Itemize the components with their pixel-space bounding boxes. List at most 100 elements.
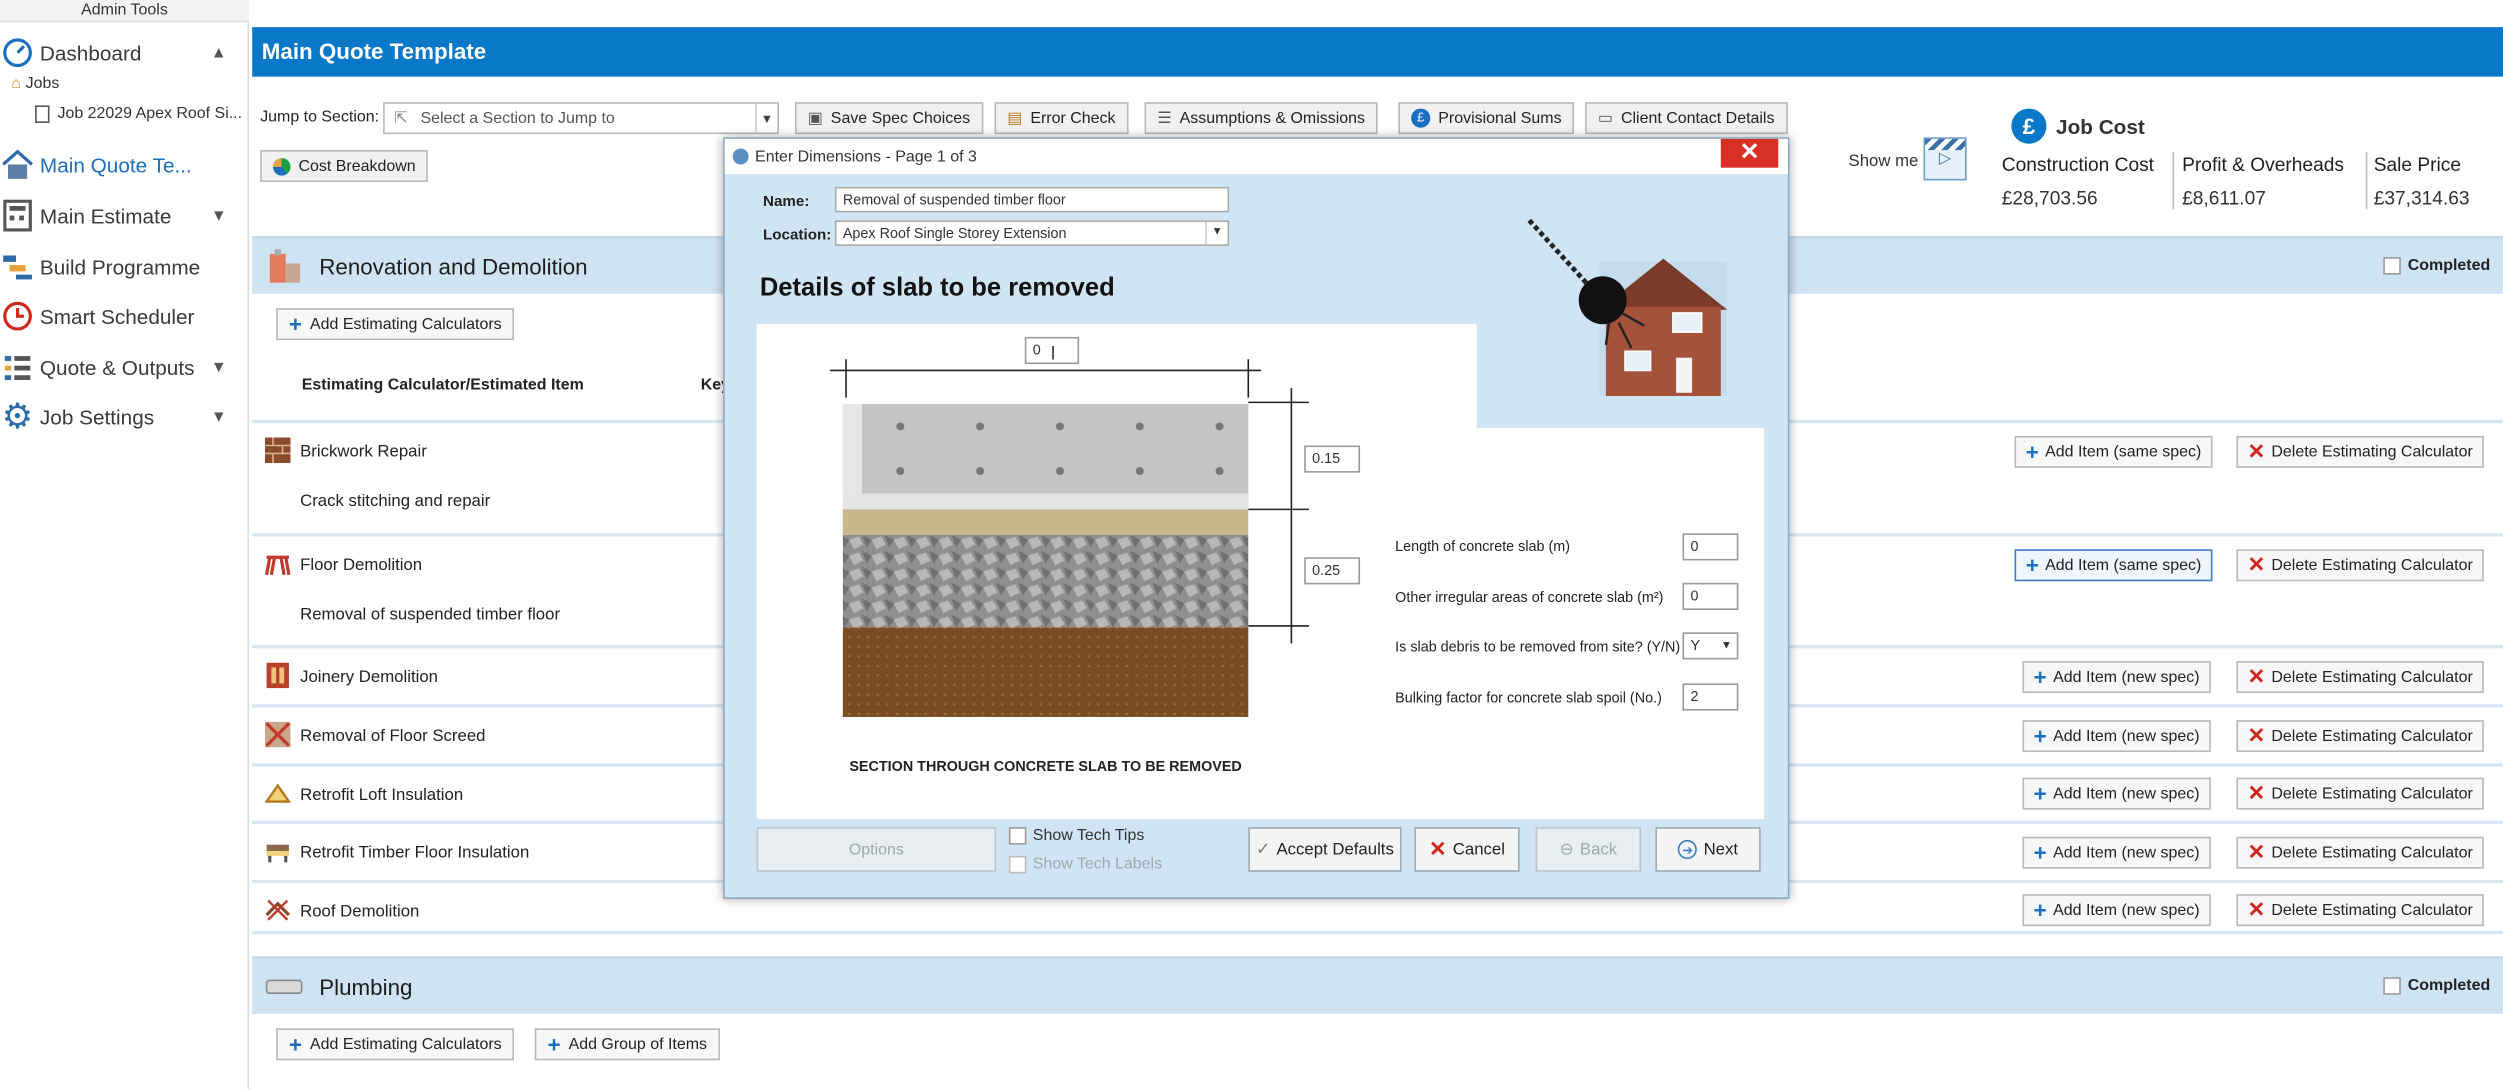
sidebar-item-label: Build Programme bbox=[39, 254, 201, 279]
add-item-new-spec-button[interactable]: + Add Item (new spec) bbox=[2022, 661, 2211, 693]
completed-checkbox[interactable]: Completed bbox=[2383, 257, 2490, 275]
next-button[interactable]: ➔ Next bbox=[1655, 827, 1761, 872]
divider bbox=[2365, 151, 2368, 210]
chevron-down-icon[interactable]: ▼ bbox=[211, 207, 227, 225]
dialog-titlebar[interactable]: Enter Dimensions - Page 1 of 3 ✕ bbox=[724, 138, 1788, 175]
add-item-new-spec-button[interactable]: + Add Item (new spec) bbox=[2022, 720, 2211, 753]
add-label: Add Item (new spec) bbox=[2053, 843, 2200, 862]
admin-tools-bar[interactable]: Admin Tools bbox=[0, 0, 250, 23]
sale-price-value: £37,314.63 bbox=[2373, 186, 2470, 210]
delete-estimating-calculator-button[interactable]: ✕ Delete Estimating Calculator bbox=[2236, 720, 2484, 753]
name-field[interactable]: Removal of suspended timber floor bbox=[834, 186, 1230, 213]
table-row-sub[interactable]: Removal of suspended timber floor bbox=[300, 605, 560, 624]
sidebar-jobs[interactable]: ⌂ Jobs bbox=[11, 75, 59, 93]
sidebar-job[interactable]: Job 22029 Apex Roof Si... bbox=[35, 105, 242, 123]
irregular-areas-label: Other irregular areas of concrete slab (… bbox=[1395, 589, 1664, 606]
table-row-sub[interactable]: Crack stitching and repair bbox=[300, 492, 490, 511]
sidebar-item-main-quote[interactable]: Main Quote Te... bbox=[0, 144, 243, 186]
checkbox[interactable] bbox=[1008, 855, 1027, 874]
show-tech-tips-checkbox[interactable]: Show Tech Tips bbox=[1008, 827, 1144, 845]
slab-thickness-input[interactable]: 0.15 bbox=[1304, 445, 1361, 473]
next-label: Next bbox=[1703, 839, 1739, 860]
dialog-heading: Details of slab to be removed bbox=[759, 274, 1115, 302]
length-input[interactable]: 0 bbox=[1682, 533, 1739, 561]
chevron-down-icon[interactable]: ▼ bbox=[211, 358, 227, 376]
add-item-same-spec-button[interactable]: + Add Item (same spec) bbox=[2014, 549, 2213, 582]
delete-estimating-calculator-button[interactable]: ✕ Delete Estimating Calculator bbox=[2236, 661, 2484, 693]
floor-insulation-icon bbox=[265, 838, 291, 864]
back-button[interactable]: ⊖ Back bbox=[1535, 827, 1641, 872]
close-button[interactable]: ✕ bbox=[1720, 138, 1779, 168]
sidebar-item-dashboard[interactable]: Dashboard ▲ bbox=[0, 32, 243, 74]
delete-estimating-calculator-button[interactable]: ✕ Delete Estimating Calculator bbox=[2236, 836, 2484, 869]
sidebar-item-quote-outputs[interactable]: Quote & Outputs ▼ bbox=[0, 346, 243, 388]
add-group-of-items-button[interactable]: + Add Group of Items bbox=[534, 1028, 720, 1061]
hardcore-thickness-input[interactable]: 0.25 bbox=[1304, 557, 1361, 585]
close-icon: ✕ bbox=[1429, 836, 1447, 861]
debris-removed-select[interactable]: Y ▼ bbox=[1682, 632, 1739, 660]
back-arrow-icon: ⊖ bbox=[1559, 839, 1574, 860]
error-check-button[interactable]: ▤ Error Check bbox=[994, 102, 1129, 135]
show-tech-labels-checkbox[interactable]: Show Tech Labels bbox=[1008, 855, 1162, 874]
table-row[interactable]: Brickwork Repair bbox=[300, 442, 427, 461]
delete-estimating-calculator-button[interactable]: ✕ Delete Estimating Calculator bbox=[2236, 777, 2484, 810]
row-divider bbox=[252, 930, 2503, 935]
sale-price-label: Sale Price bbox=[2373, 153, 2462, 176]
sidebar-item-main-estimate[interactable]: Main Estimate ▼ bbox=[0, 195, 243, 237]
sidebar-job-label: Job 22029 Apex Roof Si... bbox=[57, 105, 243, 123]
add-item-new-spec-button[interactable]: + Add Item (new spec) bbox=[2022, 777, 2211, 810]
plus-icon: + bbox=[2033, 664, 2047, 690]
house-calculator-icon bbox=[0, 147, 35, 182]
add-estimating-calculators-button[interactable]: + Add Estimating Calculators bbox=[276, 308, 515, 341]
video-clapper-icon[interactable]: ▷ bbox=[1923, 137, 1967, 181]
chevron-down-icon[interactable]: ▼ bbox=[755, 103, 777, 133]
admin-tools-label: Admin Tools bbox=[81, 1, 168, 20]
close-icon: ✕ bbox=[2247, 723, 2265, 748]
options-button[interactable]: Options bbox=[756, 827, 997, 872]
location-select[interactable]: Apex Roof Single Storey Extension ▼ bbox=[834, 220, 1230, 246]
debris-value: Y bbox=[1690, 637, 1701, 654]
delete-estimating-calculator-button[interactable]: ✕ Delete Estimating Calculator bbox=[2236, 894, 2484, 927]
accept-defaults-button[interactable]: ✓ Accept Defaults bbox=[1248, 827, 1402, 872]
add-item-same-spec-button[interactable]: + Add Item (same spec) bbox=[2014, 435, 2213, 468]
section-header-plumbing[interactable]: Plumbing Completed bbox=[252, 956, 2503, 1014]
chevron-down-icon[interactable]: ▼ bbox=[1721, 634, 1732, 658]
completed-checkbox[interactable]: Completed bbox=[2383, 977, 2490, 995]
client-contact-button[interactable]: ▭ Client Contact Details bbox=[1585, 102, 1788, 135]
add-item-new-spec-button[interactable]: + Add Item (new spec) bbox=[2022, 836, 2211, 869]
demolition-icon bbox=[265, 247, 303, 285]
delete-estimating-calculator-button[interactable]: ✕ Delete Estimating Calculator bbox=[2236, 435, 2484, 468]
table-row[interactable]: Joinery Demolition bbox=[300, 667, 438, 686]
bulking-factor-input[interactable]: 2 bbox=[1682, 683, 1739, 711]
table-row[interactable]: Retrofit Timber Floor Insulation bbox=[300, 843, 529, 862]
sidebar-item-build-programme[interactable]: Build Programme bbox=[0, 246, 243, 288]
back-label: Back bbox=[1579, 839, 1618, 860]
show-me-label: Show me bbox=[1848, 151, 1919, 171]
construction-cost-label: Construction Cost bbox=[2001, 153, 2155, 176]
add-estimating-calculators-button[interactable]: + Add Estimating Calculators bbox=[276, 1028, 515, 1061]
checkbox[interactable] bbox=[1008, 827, 1027, 845]
chevron-down-icon[interactable]: ▼ bbox=[1205, 221, 1227, 245]
location-value: Apex Roof Single Storey Extension bbox=[842, 225, 1067, 242]
provisional-sums-button[interactable]: £ Provisional Sums bbox=[1398, 102, 1575, 135]
add-label: Add Item (same spec) bbox=[2045, 556, 2202, 575]
table-row[interactable]: Roof Demolition bbox=[300, 902, 419, 921]
save-spec-button[interactable]: ▣ Save Spec Choices bbox=[794, 102, 983, 135]
chevron-up-icon[interactable]: ▲ bbox=[211, 44, 227, 62]
add-item-new-spec-button[interactable]: + Add Item (new spec) bbox=[2022, 894, 2211, 927]
sidebar-item-job-settings[interactable]: ⚙ Job Settings ▼ bbox=[0, 396, 243, 438]
dialog-title: Enter Dimensions - Page 1 of 3 bbox=[755, 147, 977, 166]
table-row[interactable]: Removal of Floor Screed bbox=[300, 727, 485, 746]
irregular-areas-input[interactable]: 0 bbox=[1682, 582, 1739, 610]
cancel-button[interactable]: ✕ Cancel bbox=[1414, 827, 1520, 872]
checkbox[interactable] bbox=[2383, 977, 2402, 995]
chevron-down-icon[interactable]: ▼ bbox=[211, 408, 227, 426]
delete-estimating-calculator-button[interactable]: ✕ Delete Estimating Calculator bbox=[2236, 549, 2484, 582]
sidebar-item-smart-scheduler[interactable]: Smart Scheduler bbox=[0, 295, 243, 337]
jump-to-section-select[interactable]: ⇱ Select a Section to Jump to ▼ bbox=[383, 102, 779, 135]
assumptions-button[interactable]: ☰ Assumptions & Omissions bbox=[1144, 102, 1378, 135]
cost-breakdown-button[interactable]: Cost Breakdown bbox=[260, 150, 429, 183]
checkbox[interactable] bbox=[2383, 257, 2402, 275]
table-row[interactable]: Retrofit Loft Insulation bbox=[300, 786, 463, 805]
table-row[interactable]: Floor Demolition bbox=[300, 556, 422, 575]
